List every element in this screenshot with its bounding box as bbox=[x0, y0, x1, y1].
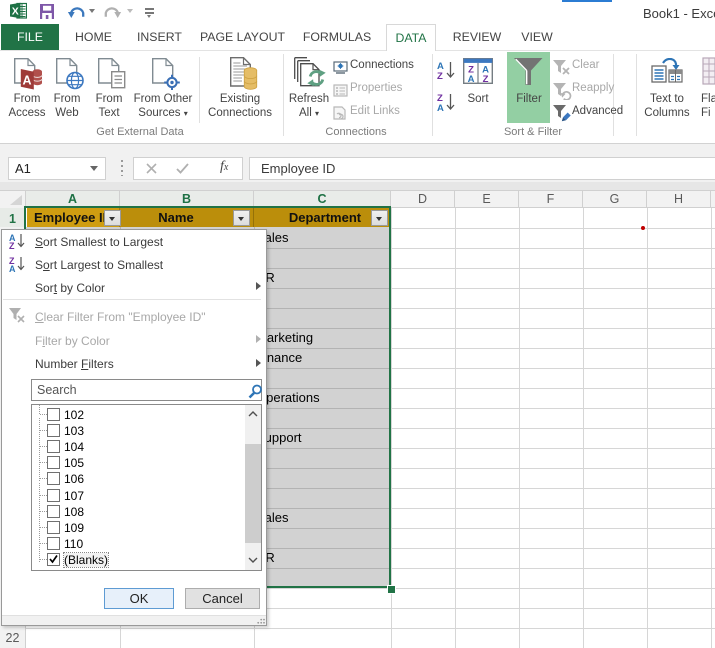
svg-text:A: A bbox=[437, 103, 444, 113]
svg-text:Z: Z bbox=[437, 71, 443, 81]
svg-text:Z: Z bbox=[483, 74, 489, 84]
svg-text:A: A bbox=[9, 264, 16, 273]
svg-text:A: A bbox=[22, 74, 31, 88]
svg-text:Z: Z bbox=[9, 241, 15, 250]
svg-text:X: X bbox=[12, 5, 19, 17]
svg-text:A: A bbox=[468, 74, 475, 84]
